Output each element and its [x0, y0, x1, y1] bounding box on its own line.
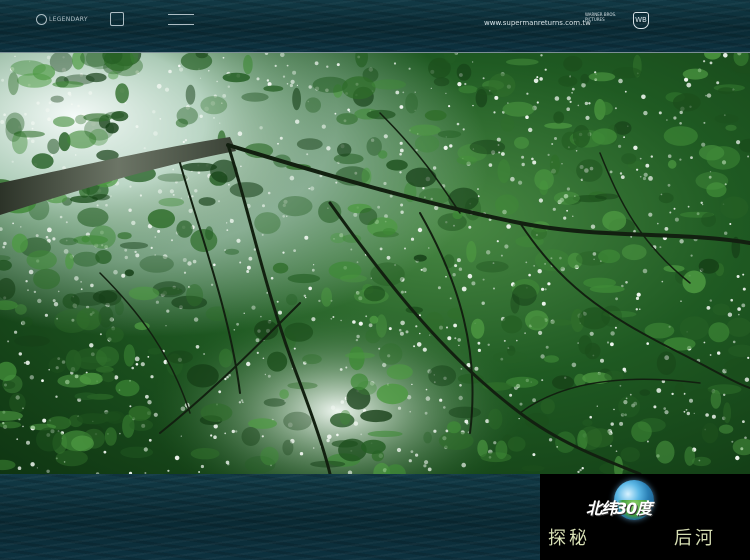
wb-shield-icon: WB: [633, 12, 649, 29]
sponsor-logo-legendary: LEGENDARY: [36, 14, 88, 25]
sponsor-logo-dc-icon: [168, 14, 194, 25]
site-url: www.supermanreturns.com.tw: [484, 19, 591, 27]
top-water-band: LEGENDARY www.supermanreturns.com.tw WAR…: [0, 0, 750, 52]
legendary-emblem-icon: [36, 14, 47, 25]
studio-caption: WARNER BROS. PICTURES: [585, 12, 617, 22]
sponsor-logo-shield-icon: [110, 12, 124, 26]
canopy-illustration: [0, 53, 750, 474]
program-subtitle-right: 后河: [674, 528, 716, 549]
tree-canopy-photo: [0, 53, 750, 474]
program-title: 北纬30度: [586, 499, 652, 518]
program-subtitle-left: 探秘: [548, 528, 590, 549]
